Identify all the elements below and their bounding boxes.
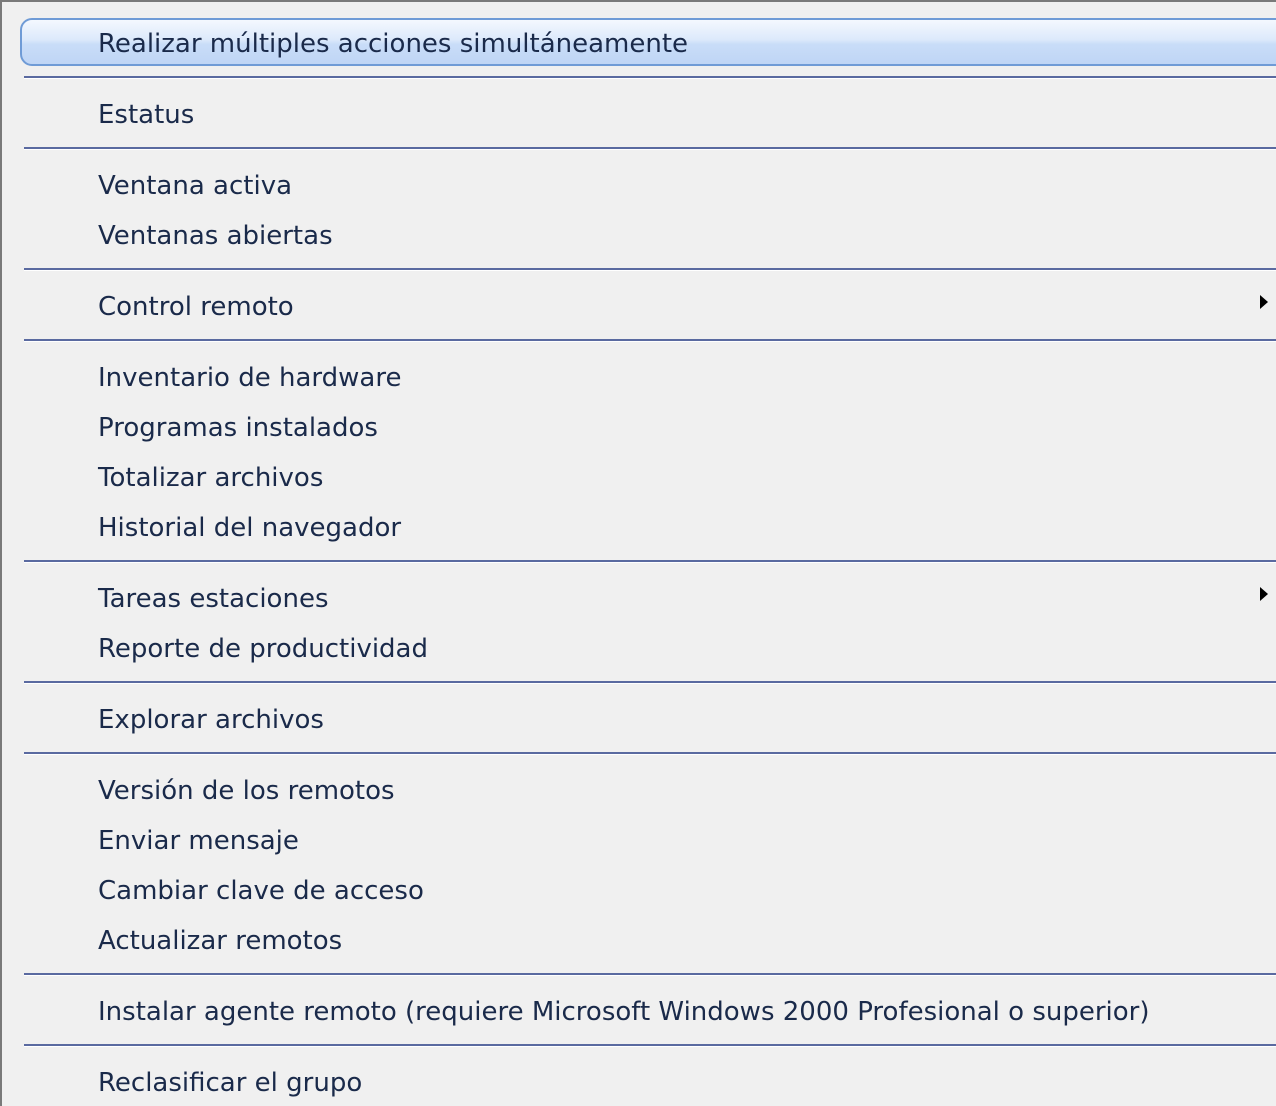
menu-item-update-remotes[interactable]: Actualizar remotos xyxy=(2,916,1276,966)
menu-item-open-windows[interactable]: Ventanas abiertas xyxy=(2,211,1276,261)
menu-item-active-window[interactable]: Ventana activa xyxy=(2,161,1276,211)
menu-item-productivity-report[interactable]: Reporte de productividad xyxy=(2,624,1276,674)
menu-item-change-password[interactable]: Cambiar clave de acceso xyxy=(2,866,1276,916)
menu-separator xyxy=(24,560,1276,563)
menu-item-install-remote-agent[interactable]: Instalar agente remoto (requiere Microso… xyxy=(2,987,1276,1037)
menu-item-label: Actualizar remotos xyxy=(98,926,343,956)
menu-item-label: Reporte de productividad xyxy=(98,634,428,664)
menu-item-station-tasks[interactable]: Tareas estaciones xyxy=(2,574,1276,624)
menu-separator xyxy=(24,339,1276,342)
context-menu: Realizar múltiples acciones simultáneame… xyxy=(0,0,1276,1106)
menu-item-label: Explorar archivos xyxy=(98,705,324,735)
menu-item-remote-control[interactable]: Control remoto xyxy=(2,282,1276,332)
menu-item-label: Cambiar clave de acceso xyxy=(98,876,424,906)
menu-item-label: Control remoto xyxy=(98,292,294,322)
menu-separator xyxy=(24,681,1276,684)
menu-item-reclassify-group[interactable]: Reclasificar el grupo xyxy=(2,1058,1276,1106)
menu-item-status[interactable]: Estatus xyxy=(2,90,1276,140)
menu-item-remote-version[interactable]: Versión de los remotos xyxy=(2,766,1276,816)
menu-item-label: Inventario de hardware xyxy=(98,363,402,393)
menu-item-label: Historial del navegador xyxy=(98,513,402,543)
menu-separator xyxy=(24,76,1276,79)
menu-item-browser-history[interactable]: Historial del navegador xyxy=(2,503,1276,553)
menu-separator xyxy=(24,1044,1276,1047)
menu-item-label: Ventanas abiertas xyxy=(98,221,333,251)
menu-separator xyxy=(24,973,1276,976)
menu-item-label: Estatus xyxy=(98,100,195,130)
menu-item-send-message[interactable]: Enviar mensaje xyxy=(2,816,1276,866)
menu-item-multiple-actions[interactable]: Realizar múltiples acciones simultáneame… xyxy=(2,19,1276,69)
menu-item-label: Enviar mensaje xyxy=(98,826,299,856)
menu-item-label: Programas instalados xyxy=(98,413,378,443)
menu-item-label: Totalizar archivos xyxy=(98,463,324,493)
menu-item-installed-programs[interactable]: Programas instalados xyxy=(2,403,1276,453)
menu-item-explore-files[interactable]: Explorar archivos xyxy=(2,695,1276,745)
menu-item-label: Tareas estaciones xyxy=(98,584,329,614)
menu-item-label: Ventana activa xyxy=(98,171,293,201)
chevron-right-icon xyxy=(1260,295,1268,309)
menu-separator xyxy=(24,268,1276,271)
menu-item-label: Versión de los remotos xyxy=(98,776,395,806)
menu-separator xyxy=(24,752,1276,755)
menu-item-label: Instalar agente remoto (requiere Microso… xyxy=(98,997,1150,1027)
menu-item-hardware-inventory[interactable]: Inventario de hardware xyxy=(2,353,1276,403)
chevron-right-icon xyxy=(1260,587,1268,601)
menu-item-label: Realizar múltiples acciones simultáneame… xyxy=(98,29,689,59)
menu-item-label: Reclasificar el grupo xyxy=(98,1068,363,1098)
menu-item-total-files[interactable]: Totalizar archivos xyxy=(2,453,1276,503)
menu-separator xyxy=(24,147,1276,150)
